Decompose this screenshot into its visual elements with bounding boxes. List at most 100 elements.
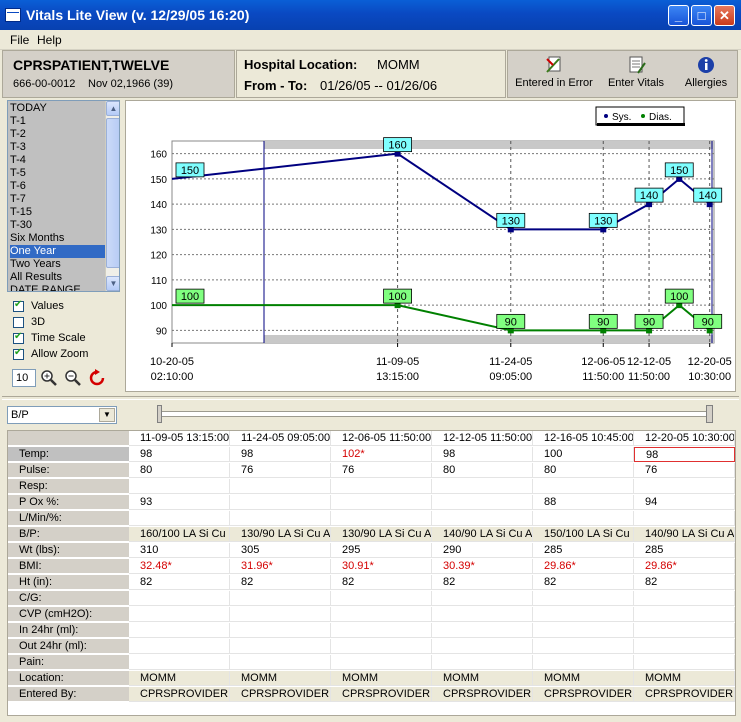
grid-cell[interactable] xyxy=(129,639,230,654)
date-range-item[interactable]: T-6 xyxy=(10,180,105,193)
grid-cell[interactable]: 88 xyxy=(533,495,634,510)
date-range-item[interactable]: T-15 xyxy=(10,206,105,219)
grid-cell[interactable]: 80 xyxy=(129,463,230,478)
grid-cell[interactable] xyxy=(432,655,533,670)
three-d-checkbox[interactable] xyxy=(13,317,24,328)
grid-cell[interactable] xyxy=(634,623,735,638)
grid-cell[interactable]: 140/90 LA Si Cu A xyxy=(432,527,533,542)
grid-cell[interactable] xyxy=(634,591,735,606)
grid-cell[interactable] xyxy=(331,639,432,654)
values-checkbox[interactable] xyxy=(13,299,24,312)
grid-cell[interactable]: 285 xyxy=(533,543,634,558)
date-range-item[interactable]: T-1 xyxy=(10,115,105,128)
grid-cell[interactable] xyxy=(230,591,331,606)
grid-cell[interactable] xyxy=(129,655,230,670)
grid-cell[interactable]: 102* xyxy=(331,447,432,462)
date-range-item[interactable]: One Year xyxy=(10,245,105,258)
grid-cell[interactable]: 285 xyxy=(634,543,735,558)
allow-zoom-checkbox[interactable] xyxy=(13,347,24,360)
grid-cell[interactable] xyxy=(331,511,432,526)
grid-cell[interactable]: 310 xyxy=(129,543,230,558)
slider-start-handle[interactable] xyxy=(157,405,162,423)
scroll-down-icon[interactable]: ▼ xyxy=(106,276,119,291)
grid-cell[interactable]: 32.48* xyxy=(129,559,230,574)
grid-cell[interactable]: 150/100 LA Si Cu xyxy=(533,527,634,542)
grid-cell[interactable] xyxy=(634,655,735,670)
grid-cell[interactable]: CPRSPROVIDER,T xyxy=(331,687,432,702)
scroll-thumb[interactable] xyxy=(106,118,119,268)
column-header[interactable]: 11-24-05 09:05:00 xyxy=(230,431,331,446)
grid-cell[interactable]: 30.39* xyxy=(432,559,533,574)
column-header[interactable]: 12-16-05 10:45:00 xyxy=(533,431,634,446)
grid-cell[interactable]: 76 xyxy=(331,463,432,478)
grid-cell[interactable] xyxy=(634,479,735,494)
grid-cell[interactable]: 93 xyxy=(129,495,230,510)
grid-cell[interactable] xyxy=(634,511,735,526)
menu-file[interactable]: File xyxy=(10,33,29,47)
grid-cell[interactable] xyxy=(432,511,533,526)
grid-cell[interactable] xyxy=(634,607,735,622)
column-header[interactable]: 12-20-05 10:30:00 xyxy=(634,431,735,446)
grid-cell[interactable] xyxy=(230,639,331,654)
zoom-value-input[interactable]: 10 xyxy=(12,369,36,387)
grid-cell[interactable]: 98 xyxy=(432,447,533,462)
grid-cell[interactable]: 80 xyxy=(432,463,533,478)
vitals-chart[interactable]: 90 100 110 120 130 140 150 160 10-20-05 02:10:00 1… xyxy=(125,100,736,392)
grid-cell[interactable]: CPRSPROVIDER,T xyxy=(230,687,331,702)
grid-cell[interactable]: MOMM xyxy=(230,671,331,686)
grid-cell[interactable]: 295 xyxy=(331,543,432,558)
grid-cell[interactable]: 29.86* xyxy=(634,559,735,574)
zoom-out-icon[interactable] xyxy=(64,369,82,387)
grid-cell[interactable]: 290 xyxy=(432,543,533,558)
grid-cell[interactable]: CPRSPROVIDER,T xyxy=(432,687,533,702)
grid-cell[interactable] xyxy=(129,511,230,526)
grid-cell[interactable] xyxy=(432,479,533,494)
date-range-item[interactable]: T-5 xyxy=(10,167,105,180)
grid-cell[interactable] xyxy=(331,479,432,494)
grid-cell[interactable] xyxy=(533,591,634,606)
grid-cell[interactable]: 100 xyxy=(533,447,634,462)
date-range-item[interactable]: DATE RANGE xyxy=(10,284,105,291)
grid-cell[interactable] xyxy=(533,607,634,622)
grid-cell[interactable] xyxy=(432,607,533,622)
grid-cell[interactable]: MOMM xyxy=(432,671,533,686)
date-range-item[interactable]: T-4 xyxy=(10,154,105,167)
splitter[interactable] xyxy=(2,396,739,400)
grid-cell[interactable]: 130/90 LA Si Cu A xyxy=(230,527,331,542)
column-header[interactable]: 12-12-05 11:50:00 xyxy=(432,431,533,446)
grid-cell[interactable] xyxy=(432,639,533,654)
grid-cell[interactable] xyxy=(230,607,331,622)
grid-cell[interactable] xyxy=(634,639,735,654)
grid-cell[interactable]: 76 xyxy=(634,463,735,478)
entered-in-error-button[interactable]: Entered in Error xyxy=(514,55,594,95)
date-range-list[interactable]: TODAY T-1 T-2 T-3 T-4 T-5 T-6 T-7 T-15 T-30 Six Mo… xyxy=(7,100,120,292)
grid-cell[interactable] xyxy=(129,607,230,622)
date-range-item[interactable]: T-30 xyxy=(10,219,105,232)
grid-cell[interactable] xyxy=(331,623,432,638)
reset-zoom-icon[interactable] xyxy=(88,369,106,387)
grid-cell[interactable] xyxy=(533,479,634,494)
grid-cell[interactable]: 98 xyxy=(634,447,735,462)
grid-cell[interactable] xyxy=(331,655,432,670)
minimize-button[interactable]: _ xyxy=(668,5,689,26)
menu-help[interactable]: Help xyxy=(37,33,62,47)
grid-cell[interactable] xyxy=(230,495,331,510)
grid-cell[interactable] xyxy=(533,655,634,670)
grid-cell[interactable]: CPRSPROVIDER,T xyxy=(533,687,634,702)
time-scale-checkbox[interactable] xyxy=(13,331,24,344)
grid-cell[interactable] xyxy=(432,623,533,638)
grid-cell[interactable]: 130/90 LA Si Cu A xyxy=(331,527,432,542)
grid-cell[interactable]: 140/90 LA Si Cu A xyxy=(634,527,735,542)
grid-cell[interactable]: 94 xyxy=(634,495,735,510)
grid-cell[interactable]: MOMM xyxy=(129,671,230,686)
grid-cell[interactable]: 305 xyxy=(230,543,331,558)
date-range-item[interactable]: Two Years xyxy=(10,258,105,271)
grid-cell[interactable]: MOMM xyxy=(331,671,432,686)
grid-cell[interactable]: 98 xyxy=(230,447,331,462)
grid-cell[interactable] xyxy=(432,591,533,606)
close-button[interactable]: ✕ xyxy=(714,5,735,26)
grid-cell[interactable] xyxy=(432,495,533,510)
column-header[interactable]: 12-06-05 11:50:00 xyxy=(331,431,432,446)
grid-cell[interactable] xyxy=(230,655,331,670)
grid-cell[interactable]: 80 xyxy=(533,463,634,478)
